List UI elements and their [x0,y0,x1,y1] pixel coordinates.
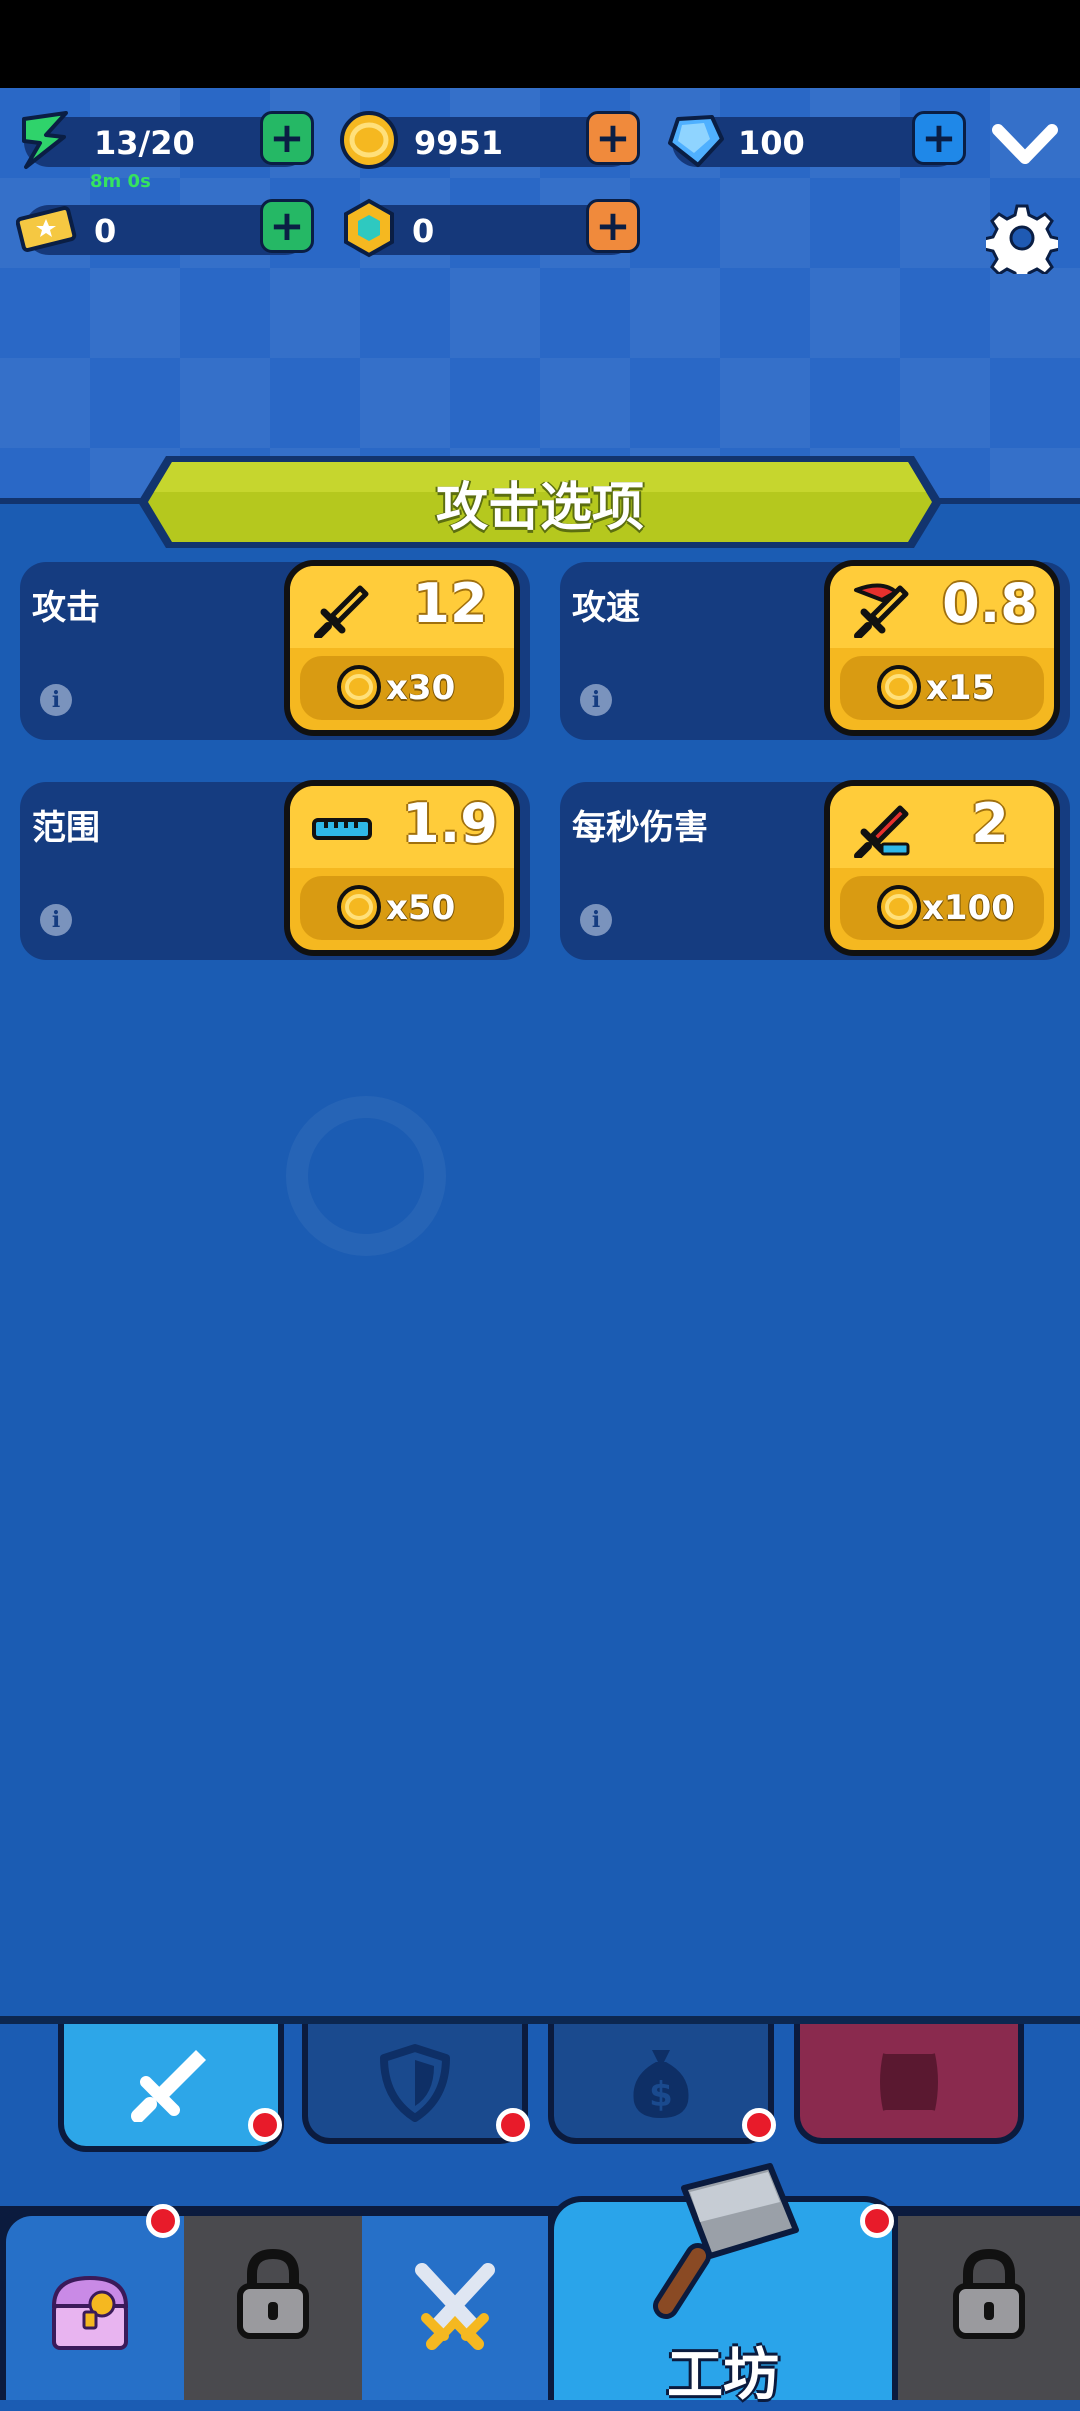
scroll-icon [880,2053,938,2111]
stat-value: 0.8 [942,572,1038,635]
notification-badge [248,2108,282,2142]
stat-label: 范围 [32,808,100,848]
add-tickets-button[interactable]: + [260,199,314,253]
sword-icon [314,585,369,638]
notification-badge [496,2108,530,2142]
nav-locked-1[interactable] [184,2216,362,2400]
token-counter: 0 + [344,198,640,258]
token-value: 0 [412,212,435,250]
hammer-icon [653,2163,799,2319]
ticket-counter: 0 + [16,199,314,255]
chevron-down-icon[interactable] [990,114,1060,174]
notification-badge [146,2204,180,2238]
status-bar [0,0,1080,88]
loading-spinner-icon [286,1096,446,1256]
upgrade-cost: x100 [922,888,1015,928]
add-tokens-button[interactable]: + [586,199,640,253]
upgrade-range-button[interactable]: 1.9 x50 [284,780,520,956]
token-icon [344,198,394,258]
add-coins-button[interactable]: + [586,111,640,165]
notification-badge [860,2204,894,2238]
ticket-value: 0 [94,212,117,250]
gem-icon [668,115,724,167]
stat-label: 攻速 [572,588,640,628]
energy-value: 13/20 [94,124,195,162]
stat-value: 12 [412,572,488,635]
upgrade-cost: x50 [386,888,456,928]
svg-text:$: $ [649,2075,673,2115]
nav-workshop-label: 工坊 [667,2343,779,2408]
gear-icon[interactable] [986,202,1058,274]
info-icon[interactable]: i [580,684,612,716]
treasure-chest-icon [51,2275,129,2350]
shield-icon [380,2044,450,2122]
locked-tab[interactable] [794,2024,1024,2144]
coin-icon [877,665,921,709]
stat-card-attack-speed: 攻速 i 0.8 x15 [560,560,1070,740]
info-icon[interactable]: i [40,684,72,716]
upgrade-dps-button[interactable]: 2 x100 [824,780,1060,956]
subtab-divider [0,2016,1080,2024]
lock-icon [953,2248,1025,2339]
coin-icon [340,111,398,169]
coin-icon [337,885,381,929]
stat-label: 攻击 [32,588,100,628]
sword-icon [131,2050,206,2122]
notification-badge [742,2108,776,2142]
ruler-icon [312,818,372,840]
coin-value: 9951 [414,124,504,162]
coin-icon [877,885,921,929]
stat-label: 每秒伤害 [572,808,708,848]
nav-chest[interactable] [6,2216,184,2400]
add-gems-button[interactable]: + [912,111,966,165]
speed-sword-icon [854,583,909,638]
gem-counter: 100 + [668,111,966,167]
upgrade-cost: x30 [386,668,456,708]
upgrade-attack-button[interactable]: 12 x30 [284,560,520,736]
lock-icon [237,2248,309,2339]
nav-battle[interactable] [362,2216,548,2400]
coin-counter: 9951 + [340,111,640,169]
stat-value: 2 [971,792,1009,855]
stat-card-dps: 每秒伤害 i 2 x100 [560,780,1070,960]
add-energy-button[interactable]: + [260,111,314,165]
stat-card-attack: 攻击 i 12 x30 [20,560,530,740]
stat-card-range: 范围 i 1.9 x50 [20,780,530,960]
energy-timer: 8m 0s [90,171,151,192]
gem-value: 100 [738,124,805,162]
upgrade-cost: x15 [926,668,996,708]
coin-icon [337,665,381,709]
ticket-icon [16,206,77,252]
economy-tab[interactable]: $ [548,2024,774,2144]
info-icon[interactable]: i [40,904,72,936]
stat-value: 1.9 [402,792,498,855]
dps-sword-icon [854,805,910,858]
crossed-swords-icon [415,2263,495,2350]
info-icon[interactable]: i [580,904,612,936]
lightning-icon [22,111,68,169]
energy-counter: 13/20 + [22,111,314,169]
upgrade-attack-speed-button[interactable]: 0.8 x15 [824,560,1060,736]
nav-locked-2[interactable] [898,2216,1080,2400]
money-bag-icon: $ [633,2050,689,2118]
section-title: 攻击选项 [435,477,644,538]
defense-tab[interactable] [302,2024,528,2144]
